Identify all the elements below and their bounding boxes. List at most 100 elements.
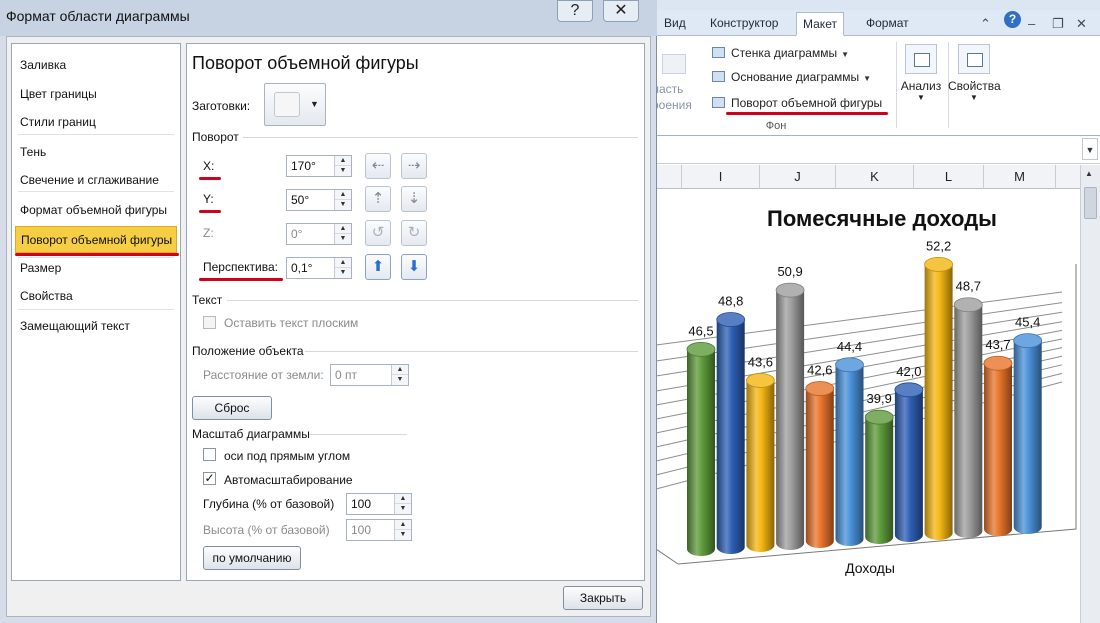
rotate-up-icon[interactable]: ⇡ xyxy=(365,186,391,212)
chart-bar[interactable] xyxy=(894,382,924,542)
properties-icon xyxy=(958,44,990,74)
nav-separator xyxy=(18,309,174,310)
widen-perspective-icon[interactable]: ⬇ xyxy=(401,254,427,280)
nav-item-fill[interactable]: Заливка xyxy=(12,52,180,79)
column-header[interactable] xyxy=(1056,165,1080,189)
help-button[interactable]: ? xyxy=(557,0,593,22)
column-header[interactable]: L xyxy=(914,165,984,189)
nav-item-shadow[interactable]: Тень xyxy=(12,139,180,166)
chart-bar-cap xyxy=(775,282,805,298)
spin-down-icon[interactable]: ▼ xyxy=(395,530,411,540)
spin-down-icon[interactable]: ▼ xyxy=(392,375,408,385)
spin-up-icon[interactable]: ▲ xyxy=(395,520,411,530)
chart-area-icon[interactable] xyxy=(662,54,686,74)
height-spinner[interactable]: 100 ▲ ▼ xyxy=(346,519,412,541)
y-rotation-spinner[interactable]: 50° ▲ ▼ xyxy=(286,189,352,211)
chart-axis-label[interactable]: Доходы xyxy=(845,560,895,576)
default-button[interactable]: по умолчанию xyxy=(203,546,301,570)
distance-value: 0 пт xyxy=(335,368,358,382)
spin-up-icon[interactable]: ▲ xyxy=(335,224,351,234)
scroll-thumb[interactable] xyxy=(1084,187,1097,219)
spin-down-icon[interactable]: ▼ xyxy=(335,166,351,176)
chart-data-label: 43,7 xyxy=(985,337,1010,352)
chart-bar[interactable] xyxy=(1013,333,1043,534)
chart-bar[interactable] xyxy=(953,297,983,538)
chart-title[interactable]: Помесячные доходы xyxy=(767,206,997,231)
tab-view[interactable]: Вид xyxy=(658,12,692,36)
spin-down-icon[interactable]: ▼ xyxy=(335,234,351,244)
spin-down-icon[interactable]: ▼ xyxy=(335,200,351,210)
spin-up-icon[interactable]: ▲ xyxy=(395,494,411,504)
x-rotation-spinner[interactable]: 170° ▲ ▼ xyxy=(286,155,352,177)
nav-item-glow[interactable]: Свечение и сглаживание xyxy=(12,167,180,194)
nav-item-3d-format[interactable]: Формат объемной фигуры xyxy=(12,197,180,224)
spin-down-icon[interactable]: ▼ xyxy=(395,504,411,514)
column-header[interactable] xyxy=(656,165,682,189)
ribbon-layout: ласть роения Стенка диаграммы ▼ Основание… xyxy=(652,36,1100,136)
right-angle-axes-checkbox[interactable] xyxy=(203,448,216,461)
chart-bar[interactable] xyxy=(864,409,894,544)
excel-help-icon[interactable]: ? xyxy=(1004,11,1021,28)
distance-spinner[interactable]: 0 пт ▲ ▼ xyxy=(330,364,409,386)
rotate-counterclockwise-icon[interactable]: ↺ xyxy=(365,220,391,246)
vertical-scrollbar[interactable]: ▲ xyxy=(1080,165,1100,623)
nav-item-properties[interactable]: Свойства xyxy=(12,283,180,310)
spin-up-icon[interactable]: ▲ xyxy=(335,156,351,166)
chart-bar[interactable] xyxy=(686,341,716,556)
keep-text-flat-checkbox[interactable] xyxy=(203,316,216,329)
narrow-perspective-icon[interactable]: ⬆ xyxy=(365,254,391,280)
column-header[interactable]: J xyxy=(760,165,836,189)
window-restore-icon[interactable]: ❐ xyxy=(1052,16,1064,32)
chart-bar-cap xyxy=(924,256,954,272)
column-header[interactable]: I xyxy=(682,165,760,189)
reset-button[interactable]: Сброс xyxy=(192,396,272,420)
chart-bar[interactable] xyxy=(746,373,775,552)
chart-bar[interactable] xyxy=(716,312,746,554)
chart-floor-button[interactable]: Основание диаграммы ▼ xyxy=(712,68,871,86)
autoscale-checkbox[interactable]: ✓ xyxy=(203,472,216,485)
tab-design[interactable]: Конструктор xyxy=(704,12,784,36)
depth-spinner[interactable]: 100 ▲ ▼ xyxy=(346,493,412,515)
column-header[interactable]: M xyxy=(984,165,1056,189)
rotate-right-icon[interactable]: ⇢ xyxy=(401,153,427,179)
section-divider xyxy=(227,300,638,301)
rotate-down-icon[interactable]: ⇣ xyxy=(401,186,427,212)
column-header[interactable]: K xyxy=(836,165,914,189)
nav-item-size[interactable]: Размер xyxy=(12,255,180,282)
3d-rotation-button[interactable]: Поворот объемной фигуры xyxy=(712,94,882,112)
chart-bar[interactable] xyxy=(805,381,835,548)
spin-up-icon[interactable]: ▲ xyxy=(392,365,408,375)
nav-item-alt-text[interactable]: Замещающий текст xyxy=(12,313,180,340)
properties-button[interactable]: Свойства ▼ xyxy=(948,44,1001,102)
spin-down-icon[interactable]: ▼ xyxy=(335,268,351,278)
tab-layout[interactable]: Макет xyxy=(795,12,845,40)
perspective-spinner[interactable]: 0,1° ▲ ▼ xyxy=(286,257,352,279)
chart-bar[interactable] xyxy=(924,256,954,540)
dialog-titlebar[interactable]: Формат области диаграммы ? ✕ xyxy=(0,0,657,36)
formula-bar[interactable]: ▼ xyxy=(656,136,1100,164)
spin-up-icon[interactable]: ▲ xyxy=(335,190,351,200)
nav-item-border-color[interactable]: Цвет границы xyxy=(12,81,180,108)
tab-format[interactable]: Формат xyxy=(860,12,915,36)
scroll-up-icon[interactable]: ▲ xyxy=(1085,169,1093,178)
chart[interactable]: Помесячные доходы 46,5 48,8 43,6 50,9 42,6 44… xyxy=(656,189,1080,623)
nav-item-3d-rotation[interactable]: Поворот объемной фигуры xyxy=(15,226,177,253)
rotate-clockwise-icon[interactable]: ↻ xyxy=(401,220,427,246)
formula-expand-icon[interactable]: ▼ xyxy=(1082,138,1098,160)
rotate-left-icon[interactable]: ⇠ xyxy=(365,153,391,179)
spin-up-icon[interactable]: ▲ xyxy=(335,258,351,268)
nav-item-border-styles[interactable]: Стили границ xyxy=(12,109,180,136)
chart-bar[interactable] xyxy=(775,282,805,550)
window-minimize-icon[interactable]: – xyxy=(1028,16,1035,31)
chart-bar[interactable] xyxy=(983,355,1013,536)
presets-dropdown[interactable]: ▼ xyxy=(264,83,326,126)
ribbon-minimize-icon[interactable]: ⌃ xyxy=(980,16,991,32)
analysis-button[interactable]: Анализ ▼ xyxy=(898,44,944,102)
close-button[interactable]: Закрыть xyxy=(563,586,643,610)
z-rotation-spinner[interactable]: 0° ▲ ▼ xyxy=(286,223,352,245)
chart-bar[interactable] xyxy=(835,357,864,546)
chart-data-label: 45,4 xyxy=(1015,315,1040,330)
chart-wall-button[interactable]: Стенка диаграммы ▼ xyxy=(712,44,849,62)
close-icon[interactable]: ✕ xyxy=(603,0,639,22)
window-close-icon[interactable]: ✕ xyxy=(1076,16,1087,32)
